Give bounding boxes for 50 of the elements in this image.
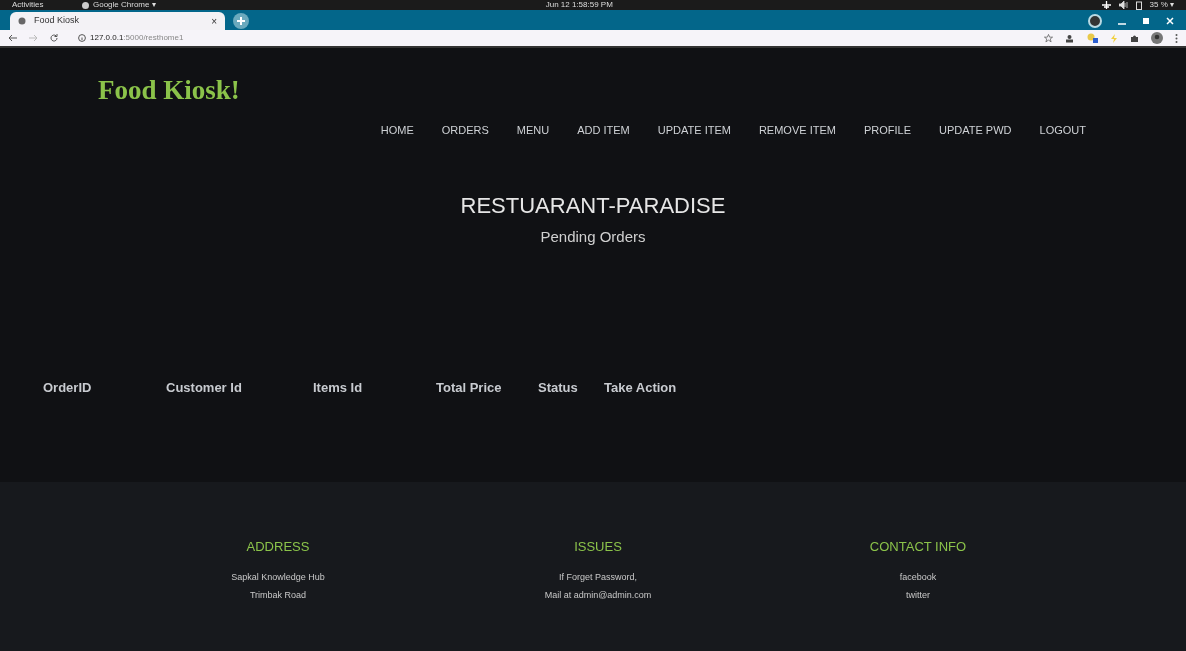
app-menu[interactable]: Google Chrome ▾ — [93, 0, 156, 11]
nav-link[interactable]: PROFILE — [863, 122, 911, 139]
address-field[interactable]: 127.0.0.1:5000/resthome1 — [78, 32, 184, 44]
tab-title: Food Kiosk — [34, 14, 80, 28]
battery-icon[interactable] — [1135, 0, 1142, 10]
nav-link[interactable]: REMOVE ITEM — [758, 122, 836, 139]
more-icon[interactable] — [1175, 33, 1178, 43]
restaurant-name: RESTUARANT-PARADISE — [460, 191, 726, 220]
footer-text: If Forget Password, — [559, 570, 637, 584]
clock[interactable]: Jun 12 1:58:59 PM — [545, 0, 613, 11]
airplane-icon[interactable] — [1101, 1, 1111, 9]
footer-text: Trimbak Road — [249, 588, 307, 602]
info-icon — [78, 34, 86, 42]
footer-text: Mail at admin@admin.com — [544, 588, 652, 602]
back-icon[interactable] — [8, 34, 17, 42]
person-icon[interactable] — [1065, 33, 1074, 43]
extension-badge-icon[interactable] — [1086, 33, 1098, 43]
footer-heading: CONTACT INFO — [869, 538, 967, 556]
browser-tab[interactable]: Food Kiosk × — [10, 12, 225, 30]
column-header: Customer Id — [166, 379, 243, 397]
footer-text: Sapkal Knowledge Hub — [231, 570, 325, 584]
battery-level[interactable]: 35 % ▾ — [1149, 0, 1174, 11]
maximize-icon[interactable] — [1142, 17, 1150, 25]
footer-heading: ISSUES — [574, 538, 622, 556]
star-icon[interactable] — [1044, 33, 1053, 43]
footer-text: facebook — [899, 570, 937, 584]
reload-icon[interactable] — [50, 34, 58, 42]
footer-text: twitter — [906, 588, 930, 602]
nav-link[interactable]: MENU — [516, 122, 550, 139]
column-header: Status — [538, 379, 579, 397]
section-subtitle: Pending Orders — [540, 226, 646, 247]
record-icon[interactable] — [1088, 14, 1102, 28]
nav-link[interactable]: ADD ITEM — [577, 122, 630, 139]
nav-link[interactable]: ORDERS — [441, 122, 489, 139]
avatar-icon[interactable] — [1151, 32, 1163, 44]
site-logo[interactable]: Food Kiosk! — [98, 70, 240, 111]
nav-link[interactable]: HOME — [380, 122, 414, 139]
close-tab-button[interactable]: × — [211, 13, 217, 29]
nav-link[interactable]: UPDATE ITEM — [657, 122, 731, 139]
column-header: OrderID — [43, 379, 93, 397]
footer-heading: ADDRESS — [246, 538, 310, 556]
column-header: Take Action — [604, 379, 678, 397]
nav-link[interactable]: UPDATE PWD — [939, 122, 1012, 139]
column-header: Total Price — [436, 379, 503, 397]
volume-icon[interactable] — [1118, 1, 1128, 9]
column-header: Items Id — [313, 379, 364, 397]
close-icon[interactable] — [1166, 17, 1174, 25]
nav-link[interactable]: LOGOUT — [1039, 122, 1086, 139]
new-tab-icon[interactable] — [233, 13, 249, 29]
activities-button[interactable]: Activities — [12, 0, 82, 11]
